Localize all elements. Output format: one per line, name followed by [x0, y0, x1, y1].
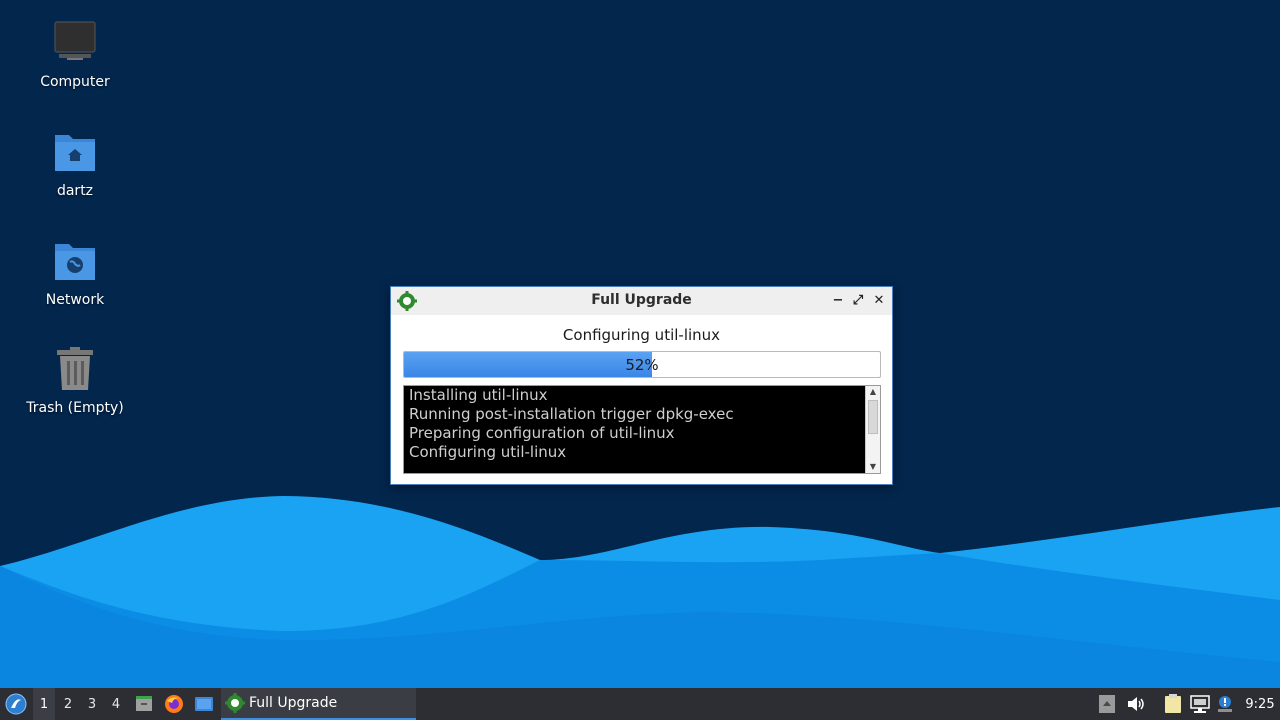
- minimize-icon: −: [832, 292, 844, 308]
- trash-icon: [57, 347, 93, 390]
- clipboard-icon: [1165, 694, 1181, 713]
- notification-button[interactable]: [1215, 688, 1235, 720]
- dialog-titlebar[interactable]: Full Upgrade − ⤢ ✕: [391, 287, 892, 315]
- desktop-icon-label: Computer: [40, 74, 110, 90]
- desktop-icon-home[interactable]: dartz: [20, 129, 130, 229]
- firefox-launcher[interactable]: [162, 688, 186, 720]
- clipboard-button[interactable]: [1162, 688, 1184, 720]
- full-upgrade-dialog: Full Upgrade − ⤢ ✕ Configuring util-linu…: [390, 286, 893, 485]
- panel-hide-button[interactable]: [1097, 688, 1117, 720]
- desktop-icon: [195, 697, 213, 711]
- show-desktop-launcher[interactable]: [192, 688, 216, 720]
- volume-button[interactable]: [1125, 688, 1147, 720]
- log-line: Configuring util-linux: [409, 443, 567, 461]
- network-icon: [1190, 695, 1210, 713]
- taskbar: 1 2 3 4 Full Upgrade 9:25: [0, 688, 1280, 720]
- progress-label: 52%: [625, 356, 659, 374]
- workspace-1-button[interactable]: 1: [33, 688, 55, 720]
- log-scrollbar[interactable]: ▲ ▼: [865, 386, 880, 473]
- notification-icon: [1218, 696, 1232, 712]
- gear-icon: [225, 693, 245, 713]
- task-full-upgrade[interactable]: Full Upgrade: [221, 688, 416, 720]
- log-line: Preparing configuration of util-linux: [409, 424, 675, 442]
- network-button[interactable]: [1189, 688, 1211, 720]
- panel-hide-icon: [1099, 695, 1115, 713]
- status-text: Configuring util-linux: [562, 326, 721, 344]
- minimize-button[interactable]: −: [829, 291, 847, 309]
- desktop-icon-computer[interactable]: Computer: [20, 20, 130, 120]
- workspace-label: 4: [111, 696, 121, 712]
- workspace-4-button[interactable]: 4: [105, 688, 127, 720]
- dialog-title: Full Upgrade: [591, 292, 692, 308]
- log-output[interactable]: Installing util-linux Running post-insta…: [403, 385, 881, 474]
- clock[interactable]: 9:25: [1240, 688, 1280, 720]
- volume-icon: [1128, 697, 1144, 711]
- desktop-icon-network[interactable]: Network: [20, 238, 130, 338]
- log-lines: Installing util-linux Running post-insta…: [409, 386, 862, 462]
- desktop-icon-label: dartz: [56, 183, 94, 199]
- network-folder-icon: [55, 244, 95, 280]
- desktop-icon-label: Trash (Empty): [26, 400, 124, 416]
- firefox-icon: [165, 695, 183, 713]
- lubuntu-logo-icon: [5, 693, 27, 715]
- maximize-icon: ⤢: [852, 292, 864, 308]
- scroll-up-icon[interactable]: ▲: [866, 386, 880, 398]
- file-manager-icon: [136, 696, 152, 711]
- workspace-label: 3: [87, 696, 97, 712]
- dialog-body: Configuring util-linux 52% Installing ut…: [391, 315, 892, 484]
- computer-icon: [54, 21, 96, 60]
- workspace-2-button[interactable]: 2: [57, 688, 79, 720]
- desktop-icon-label: Network: [45, 292, 105, 308]
- log-line: Installing util-linux: [409, 386, 548, 404]
- workspace-3-button[interactable]: 3: [81, 688, 103, 720]
- maximize-button[interactable]: ⤢: [849, 291, 867, 309]
- task-label: Full Upgrade: [249, 695, 338, 711]
- close-icon: ✕: [873, 292, 885, 308]
- workspace-label: 1: [39, 696, 49, 712]
- clock-label: 9:25: [1245, 696, 1275, 712]
- log-line: Running post-installation trigger dpkg-e…: [409, 405, 734, 423]
- scroll-down-icon[interactable]: ▼: [866, 461, 880, 473]
- start-menu-button[interactable]: [2, 688, 30, 720]
- workspace-label: 2: [63, 696, 73, 712]
- file-manager-launcher[interactable]: [132, 688, 156, 720]
- home-folder-icon: [55, 135, 95, 171]
- close-button[interactable]: ✕: [870, 291, 888, 309]
- scrollbar-thumb[interactable]: [868, 400, 878, 434]
- desktop-icon-trash[interactable]: Trash (Empty): [20, 346, 130, 446]
- progress-bar: 52%: [403, 351, 881, 378]
